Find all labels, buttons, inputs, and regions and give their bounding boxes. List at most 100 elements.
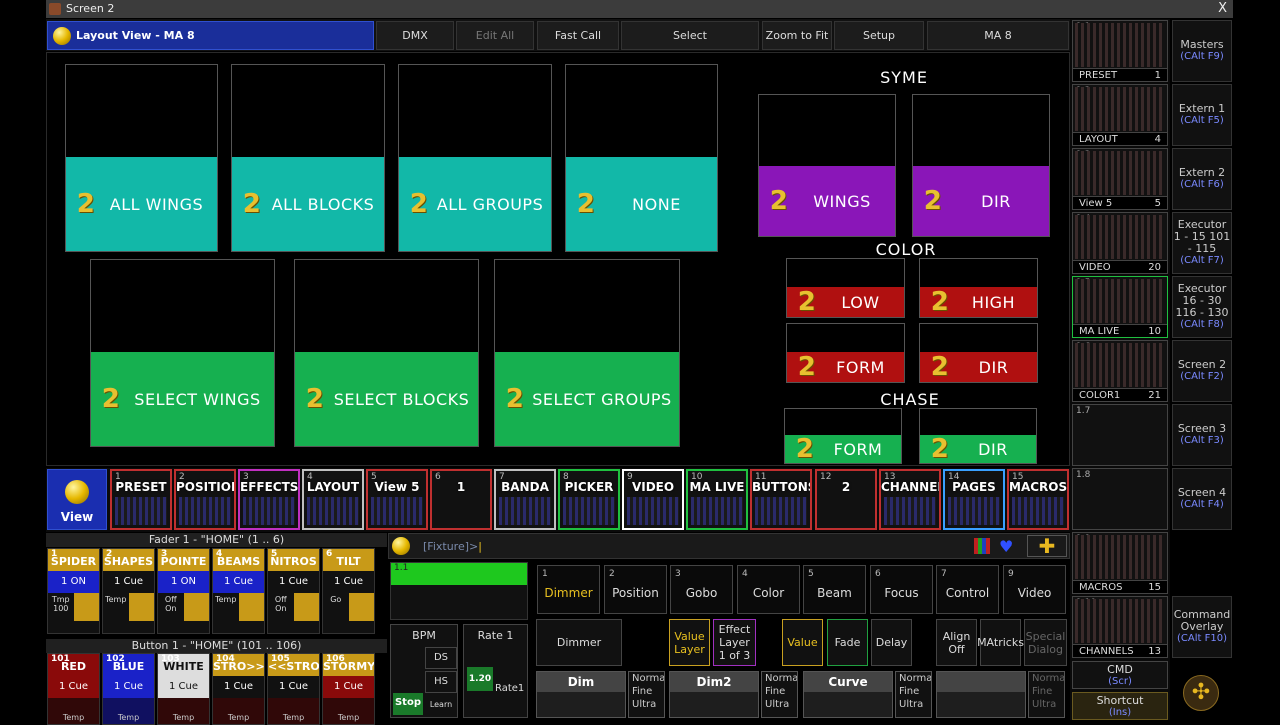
feature-button[interactable]: 1 Dimmer <box>537 565 600 614</box>
executor-controls[interactable]: Off On <box>268 593 319 621</box>
stop-button[interactable]: Stop <box>393 693 423 715</box>
effect-layer-button[interactable]: Effect Layer 1 of 3 <box>713 619 756 666</box>
screen-view-button[interactable]: 1.3View 55 <box>1072 148 1168 210</box>
tile-syme-dir[interactable]: 2 DIR <box>912 94 1050 237</box>
tile-all-blocks[interactable]: 2 ALL BLOCKS <box>231 64 385 252</box>
zoom-to-fit-button[interactable]: Zoom to Fit <box>762 21 832 50</box>
tile-select-blocks[interactable]: 2 SELECT BLOCKS <box>294 259 479 447</box>
master-fader[interactable]: 1.1 <box>390 562 528 620</box>
cmd-button[interactable]: CMD (Scr) <box>1072 661 1168 689</box>
dmx-button[interactable]: DMX <box>376 21 454 50</box>
screen-view-button[interactable]: 1.9MACROS15 <box>1072 532 1168 594</box>
executor-controls[interactable]: Temp <box>213 698 264 724</box>
fast-call-button[interactable]: Fast Call <box>537 21 619 50</box>
value-button[interactable]: Value <box>782 619 823 666</box>
view-tab[interactable]: 3 EFFECTS <box>238 469 300 530</box>
fader-executor[interactable]: 2 SHAPES 1 Cue Temp <box>102 548 155 634</box>
feature-button[interactable]: 7 Control <box>936 565 999 614</box>
tile-color-high[interactable]: 2 HIGH <box>919 258 1038 318</box>
rate-value[interactable]: 1.20 <box>467 667 493 691</box>
screen-view-button[interactable]: 1.10CHANNELS13 <box>1072 596 1168 658</box>
feature-button[interactable]: 6 Focus <box>870 565 933 614</box>
button-executor[interactable]: 103 WHITE 1 Cue Temp <box>157 653 210 725</box>
button-executor[interactable]: 104 STRO>> 1 Cue Temp <box>212 653 265 725</box>
feature-button[interactable]: 3 Gobo <box>670 565 733 614</box>
screen-shortcut-button[interactable]: Masters (CAlt F9) <box>1172 20 1232 82</box>
view-tab[interactable]: 10 MA LIVE <box>686 469 748 530</box>
button-executor[interactable]: 102 BLUE 1 Cue Temp <box>102 653 155 725</box>
view-tab[interactable]: 12 2 <box>815 469 877 530</box>
encoder-mode[interactable]: Normal Fine Ultra <box>761 671 798 718</box>
executor-controls[interactable]: Temp <box>268 698 319 724</box>
screen-shortcut-button[interactable]: Extern 2 (CAlt F6) <box>1172 148 1232 210</box>
tile-color-form[interactable]: 2 FORM <box>786 323 905 383</box>
view-tab[interactable]: 4 LAYOUT <box>302 469 364 530</box>
encoder-mode[interactable]: Normal Fine Ultra <box>895 671 932 718</box>
feature-button[interactable]: 9 Video <box>1003 565 1066 614</box>
screen-shortcut-button[interactable]: Screen 2 (CAlt F2) <box>1172 340 1232 402</box>
button-executor[interactable]: 101 RED 1 Cue Temp <box>47 653 100 725</box>
move-icon[interactable]: ✣ <box>1183 675 1219 711</box>
screen-view-button[interactable]: 1.8 <box>1072 468 1168 530</box>
view-tab[interactable]: 9 VIDEO <box>622 469 684 530</box>
screen-shortcut-button[interactable]: Executor 1 - 15 101 - 115 (CAlt F7) <box>1172 212 1232 274</box>
dimmer-attr-button[interactable]: Dimmer <box>536 619 622 666</box>
view-tab[interactable]: 13CHANNELS <box>879 469 941 530</box>
edit-all-button[interactable]: Edit All <box>456 21 534 50</box>
tile-all-groups[interactable]: 2 ALL GROUPS <box>398 64 552 252</box>
view-tab[interactable]: 7 BANDA <box>494 469 556 530</box>
fader-executor[interactable]: 1 SPIDER 1 ON Tmp 100 <box>47 548 100 634</box>
screen-shortcut-button[interactable]: Screen 4 (CAlt F4) <box>1172 468 1232 530</box>
executor-controls[interactable]: Tmp 100 <box>48 593 99 621</box>
close-button[interactable]: X <box>1218 0 1227 18</box>
shortcut-button[interactable]: Shortcut (Ins) <box>1072 692 1168 720</box>
learn-button[interactable]: Learn <box>425 695 457 715</box>
view-tab[interactable]: 14 PAGES <box>943 469 1005 530</box>
setup-button[interactable]: Setup <box>834 21 924 50</box>
button-executor[interactable]: 105 <<STRO 1 Cue Temp <box>267 653 320 725</box>
executor-controls[interactable]: Temp <box>323 698 374 724</box>
executor-controls[interactable]: Go <box>323 593 374 621</box>
tile-select-wings[interactable]: 2 SELECT WINGS <box>90 259 275 447</box>
tile-chase-form[interactable]: 2 FORM <box>784 408 902 464</box>
button-executor[interactable]: 106 STORMY 1 Cue Temp <box>322 653 375 725</box>
executor-controls[interactable]: Temp <box>103 593 154 621</box>
matricks-button[interactable]: MAtricks <box>977 619 1024 666</box>
fader-executor[interactable]: 3 POINTE 1 ON Off On <box>157 548 210 634</box>
fader-executor[interactable]: 5 NITROS 1 Cue Off On <box>267 548 320 634</box>
tile-none[interactable]: 2 NONE <box>565 64 718 252</box>
palette-icon[interactable] <box>974 538 990 554</box>
ma8-button[interactable]: MA 8 <box>927 21 1069 50</box>
value-layer-button[interactable]: Value Layer <box>669 619 710 666</box>
layout-view-title[interactable]: Layout View - MA 8 <box>47 21 374 50</box>
delay-button[interactable]: Delay <box>871 619 912 666</box>
view-tab[interactable]: 5 View 5 <box>366 469 428 530</box>
executor-controls[interactable]: Off On <box>158 593 209 621</box>
feature-button[interactable]: 4 Color <box>737 565 800 614</box>
encoder-empty[interactable] <box>936 671 1026 718</box>
executor-controls[interactable]: Temp <box>158 698 209 724</box>
executor-controls[interactable]: Temp <box>213 593 264 621</box>
fade-button[interactable]: Fade <box>827 619 868 666</box>
screen-view-button[interactable]: 1.4VIDEO20 <box>1072 212 1168 274</box>
select-button[interactable]: Select <box>621 21 759 50</box>
view-tab[interactable]: 8 PICKER <box>558 469 620 530</box>
screen-shortcut-button[interactable]: Screen 3 (CAlt F3) <box>1172 404 1232 466</box>
view-button[interactable]: View <box>47 469 107 530</box>
tile-select-groups[interactable]: 2 SELECT GROUPS <box>494 259 680 447</box>
tile-color-dir[interactable]: 2 DIR <box>919 323 1038 383</box>
screen-view-button[interactable]: 1.1PRESET1 <box>1072 20 1168 82</box>
screen-view-button[interactable]: 1.6COLOR121 <box>1072 340 1168 402</box>
view-tab[interactable]: 15 MACROS <box>1007 469 1069 530</box>
view-tab[interactable]: 11 BUTTONS <box>750 469 812 530</box>
screen-shortcut-button[interactable]: Extern 1 (CAlt F5) <box>1172 84 1232 146</box>
fader-executor[interactable]: 4 BEAMS 1 Cue Temp <box>212 548 265 634</box>
ds-button[interactable]: DS <box>425 647 457 669</box>
hs-button[interactable]: HS <box>425 671 457 693</box>
command-line[interactable]: [Fixture]>| ♥ <box>388 533 1070 559</box>
view-tab[interactable]: 61 <box>430 469 492 530</box>
tile-syme-wings[interactable]: 2 WINGS <box>758 94 896 237</box>
executor-controls[interactable]: Temp <box>48 698 99 724</box>
command-input[interactable]: [Fixture]>| <box>423 540 482 553</box>
screen-shortcut-button[interactable]: Executor 16 - 30 116 - 130 (CAlt F8) <box>1172 276 1232 338</box>
